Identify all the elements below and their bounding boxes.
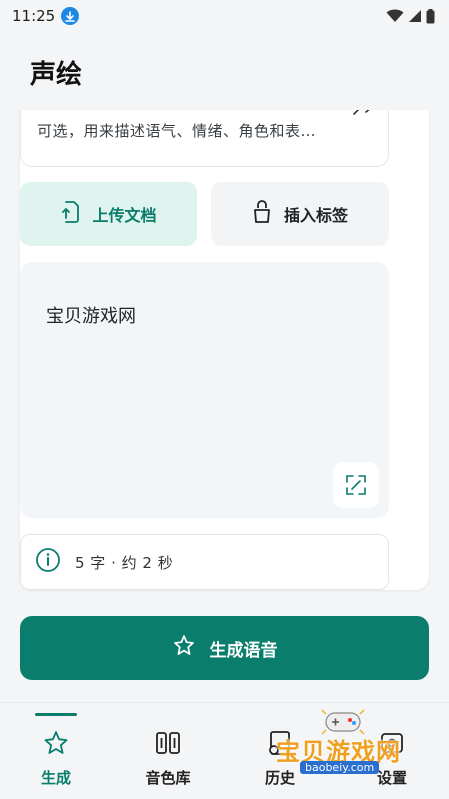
nav-item-voice-library[interactable]: 音色库 [112, 703, 224, 799]
text-editor[interactable]: 宝贝游戏网 [20, 262, 389, 518]
nav-item-history[interactable]: 历史 [224, 703, 336, 799]
insert-tag-label: 插入标签 [283, 206, 348, 225]
generate-speech-button[interactable]: 生成语音 [20, 616, 429, 680]
library-icon [154, 729, 182, 757]
nav-item-generate[interactable]: 生成 [0, 703, 112, 799]
edit-icon[interactable] [352, 110, 374, 126]
bottom-nav: 生成 音色库 历史 设置 [0, 702, 449, 799]
upload-document-label: 上传文档 [92, 206, 157, 225]
upload-document-icon [60, 200, 80, 228]
editor-content[interactable]: 宝贝游戏网 [46, 302, 136, 328]
sparkle-icon [172, 634, 196, 663]
generate-speech-label: 生成语音 [209, 640, 278, 661]
settings-icon [378, 729, 406, 757]
download-icon [61, 7, 80, 25]
status-bar: 11:25 [0, 0, 449, 32]
expand-icon [346, 475, 366, 495]
nav-item-settings[interactable]: 设置 [336, 703, 448, 799]
text-stats-card: 5 字 · 约 2 秒 [20, 534, 389, 590]
signal-icon [409, 10, 421, 22]
insert-tag-button[interactable]: 插入标签 [211, 182, 389, 246]
battery-icon [426, 8, 435, 23]
history-icon [266, 729, 294, 757]
status-right [386, 8, 435, 24]
voice-hint-text: 可选，用来描述语气、情绪、角色和表… [37, 122, 317, 140]
wifi-icon [386, 9, 404, 22]
status-time: 11:25 [12, 7, 56, 25]
upload-document-button[interactable]: 上传文档 [20, 182, 197, 246]
text-stats: 5 字 · 约 2 秒 [75, 553, 174, 572]
nav-label: 历史 [264, 769, 295, 787]
app-bar: 声绘 [0, 32, 449, 110]
nav-label: 生成 [40, 769, 71, 787]
main-content[interactable]: 可选，用来描述语气、情绪、角色和表… 上传文档 插入标签 宝贝游戏网 5 字 ·… [0, 110, 449, 702]
sparkle-icon [42, 729, 70, 757]
info-icon [35, 547, 61, 577]
nav-label: 音色库 [145, 769, 191, 787]
voice-hint-field[interactable]: 可选，用来描述语气、情绪、角色和表… [20, 110, 389, 167]
expand-button[interactable] [333, 462, 379, 508]
status-left: 11:25 [12, 7, 80, 25]
tag-icon [252, 200, 272, 228]
app-title: 声绘 [30, 60, 83, 90]
nav-label: 设置 [376, 769, 407, 787]
